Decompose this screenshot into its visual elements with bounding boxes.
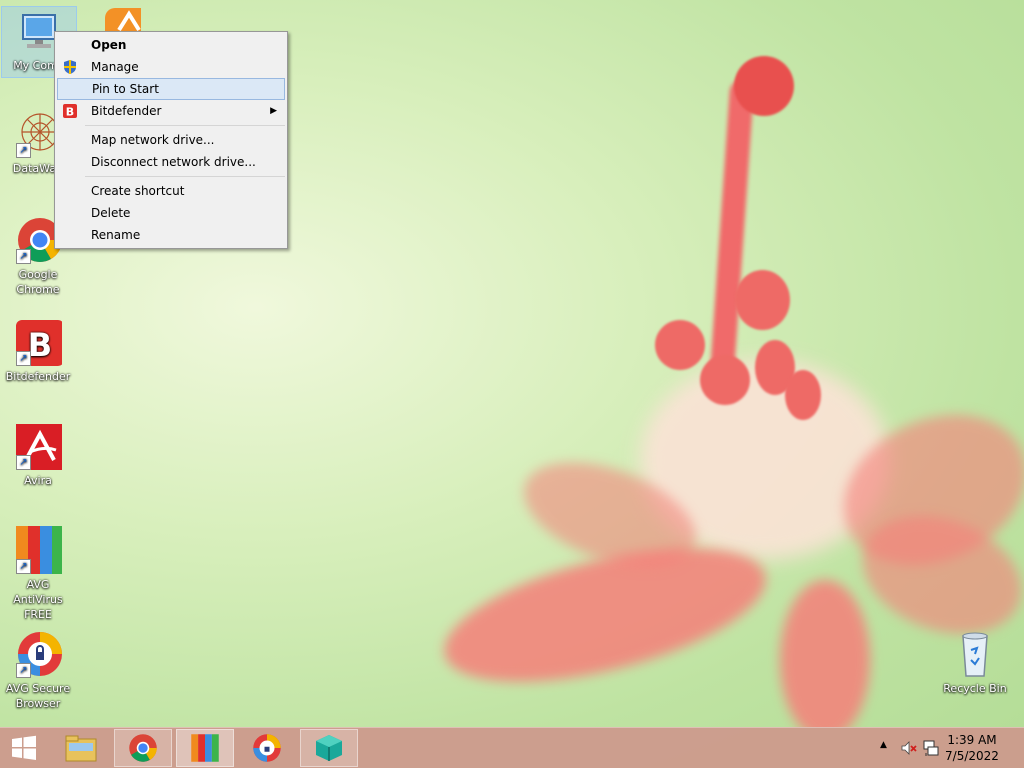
- menu-item-open[interactable]: Open: [57, 34, 285, 56]
- menu-item-label: Delete: [91, 206, 131, 220]
- avira-icon: ↗: [14, 422, 64, 470]
- menu-item-bitdefender[interactable]: B Bitdefender ▶: [57, 100, 285, 122]
- taskbar-chrome[interactable]: [114, 729, 172, 767]
- volume-muted-icon[interactable]: [900, 739, 918, 760]
- clock-date: 7/5/2022: [945, 749, 999, 763]
- taskbar-package-app[interactable]: [300, 729, 358, 767]
- desktop-icon-avira[interactable]: ↗ Avira: [1, 422, 75, 488]
- menu-item-map-network-drive[interactable]: Map network drive...: [57, 129, 285, 151]
- menu-item-rename[interactable]: Rename: [57, 224, 285, 246]
- shortcut-arrow-icon: ↗: [16, 559, 31, 574]
- desktop-icon-recycle-bin[interactable]: Recycle Bin: [938, 630, 1012, 696]
- shortcut-arrow-icon: ↗: [16, 663, 31, 678]
- avg-antivirus-icon: [191, 734, 219, 762]
- start-button[interactable]: [0, 729, 48, 767]
- network-icon[interactable]: [922, 739, 940, 760]
- desktop-icon-avg-secure-browser[interactable]: ↗ AVG Secure Browser: [1, 630, 75, 711]
- desktop-icon-label-line2: FREE: [24, 608, 52, 621]
- taskbar-avg-secure-browser[interactable]: [238, 729, 296, 767]
- desktop-icon-avg-antivirus[interactable]: ↗ AVG AntiVirus FREE: [1, 526, 75, 622]
- chrome-icon: [129, 734, 157, 762]
- system-tray: ▲ 1:39 AM 7/5/2022: [864, 728, 1024, 768]
- desktop-icon-label: Recycle Bin: [943, 682, 1007, 695]
- desktop-icon-bitdefender[interactable]: B ↗ Bitdefender: [1, 318, 75, 384]
- menu-separator: [85, 125, 285, 126]
- shortcut-arrow-icon: ↗: [16, 455, 31, 470]
- show-hidden-icons-button[interactable]: ▲: [880, 740, 887, 750]
- taskbar-avg-antivirus[interactable]: [176, 729, 234, 767]
- menu-item-label: Manage: [91, 60, 139, 74]
- menu-separator: [85, 176, 285, 177]
- desktop-icon-label-line1: AVG AntiVirus: [13, 578, 63, 606]
- context-menu: Open Manage Pin to Start B Bitdefender ▶…: [54, 31, 288, 249]
- desktop-icon-label-line1: AVG Secure: [5, 682, 71, 695]
- menu-item-label: Rename: [91, 228, 141, 242]
- clock-time: 1:39 AM: [947, 733, 997, 747]
- submenu-arrow-icon: ▶: [270, 106, 277, 116]
- menu-item-label: Bitdefender: [91, 104, 162, 118]
- menu-item-pin-to-start[interactable]: Pin to Start: [57, 78, 285, 100]
- menu-item-delete[interactable]: Delete: [57, 202, 285, 224]
- bitdefender-icon: B: [62, 103, 78, 119]
- svg-text:B: B: [66, 106, 74, 119]
- menu-item-label: Open: [91, 38, 127, 52]
- menu-item-label: Disconnect network drive...: [91, 155, 256, 169]
- desktop-icon-label-line2: Browser: [15, 697, 61, 710]
- recycle-bin-icon: [951, 630, 999, 678]
- clock[interactable]: 1:39 AM 7/5/2022: [942, 732, 1002, 764]
- bitdefender-icon: B ↗: [14, 318, 64, 366]
- svg-text:B: B: [28, 326, 52, 364]
- windows-logo-icon: [12, 735, 36, 760]
- avg-secure-browser-icon: [253, 734, 281, 762]
- avg-antivirus-icon: ↗: [14, 526, 62, 574]
- uac-shield-icon: [62, 59, 78, 75]
- menu-item-label: Create shortcut: [91, 184, 185, 198]
- package-icon: [316, 735, 342, 761]
- shortcut-arrow-icon: ↗: [16, 249, 31, 264]
- avg-secure-browser-icon: ↗: [14, 630, 62, 678]
- menu-item-disconnect-network-drive[interactable]: Disconnect network drive...: [57, 151, 285, 173]
- menu-item-label: Map network drive...: [91, 133, 215, 147]
- menu-item-label: Pin to Start: [92, 82, 159, 96]
- menu-item-manage[interactable]: Manage: [57, 56, 285, 78]
- menu-item-create-shortcut[interactable]: Create shortcut: [57, 180, 285, 202]
- folder-icon: [65, 735, 97, 762]
- taskbar: ▲ 1:39 AM 7/5/2022: [0, 727, 1024, 768]
- shortcut-arrow-icon: ↗: [16, 351, 31, 366]
- desktop-icon-label-line1: Google: [18, 268, 58, 281]
- shortcut-arrow-icon: ↗: [16, 143, 31, 158]
- desktop-icon-label: Avira: [24, 474, 52, 487]
- desktop-icon-label: Bitdefender: [5, 370, 71, 383]
- desktop-icon-label-line2: Chrome: [16, 283, 60, 296]
- taskbar-file-explorer[interactable]: [52, 729, 110, 767]
